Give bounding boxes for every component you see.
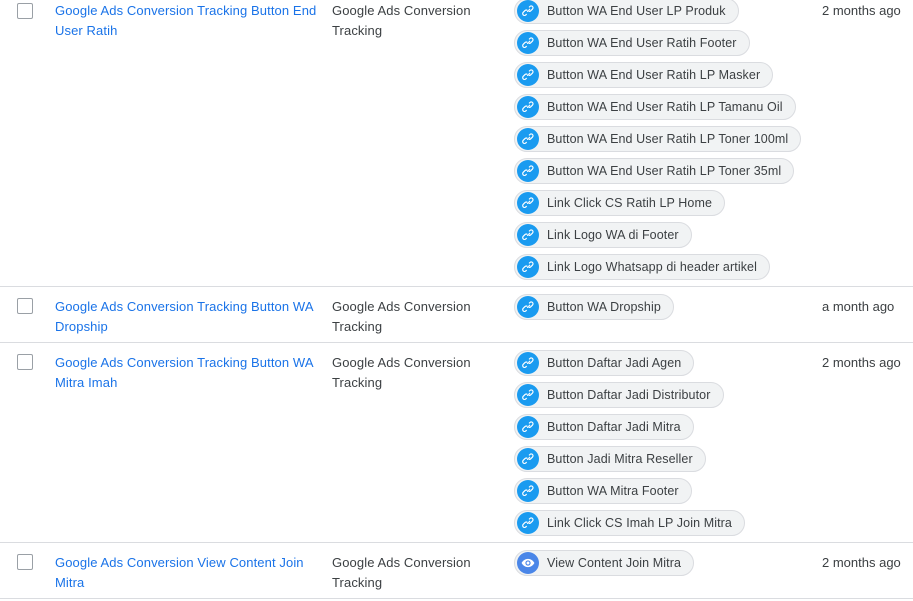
firing-triggers: View Content Join Mitra: [514, 550, 814, 582]
link-icon: [517, 296, 539, 318]
tag-type: Google Ads Conversion Tracking: [332, 555, 471, 590]
table-row: Google Ads Conversion View Content Join …: [0, 543, 913, 599]
trigger-label: Button WA End User Ratih LP Toner 35ml: [547, 164, 782, 178]
link-icon: [517, 192, 539, 214]
last-edited: a month ago: [822, 299, 895, 314]
link-icon: [517, 128, 539, 150]
trigger-chip[interactable]: Button WA End User Ratih Footer: [514, 30, 750, 56]
link-icon: [517, 256, 539, 278]
link-icon: [517, 512, 539, 534]
link-icon: [517, 416, 539, 438]
trigger-label: Button WA End User Ratih Footer: [547, 36, 737, 50]
last-edited: 2 months ago: [822, 555, 901, 570]
trigger-label: Button WA End User LP Produk: [547, 4, 726, 18]
row-checkbox[interactable]: [17, 3, 33, 19]
link-icon: [517, 0, 539, 22]
trigger-chip[interactable]: Button WA End User LP Produk: [514, 0, 739, 24]
link-icon: [517, 384, 539, 406]
trigger-chip[interactable]: Button WA End User Ratih LP Tamanu Oil: [514, 94, 796, 120]
trigger-chip[interactable]: Button Daftar Jadi Mitra: [514, 414, 694, 440]
trigger-chip[interactable]: Button WA End User Ratih LP Masker: [514, 62, 774, 88]
row-checkbox[interactable]: [17, 298, 33, 314]
link-icon: [517, 448, 539, 470]
trigger-label: Button Daftar Jadi Distributor: [547, 388, 711, 402]
trigger-label: Link Click CS Imah LP Join Mitra: [547, 516, 732, 530]
row-checkbox[interactable]: [17, 354, 33, 370]
trigger-label: Button WA Mitra Footer: [547, 484, 679, 498]
trigger-label: Button WA End User Ratih LP Tamanu Oil: [547, 100, 783, 114]
table-row: Google Ads Conversion Tracking Button WA…: [0, 343, 913, 543]
eye-icon: [517, 552, 539, 574]
link-icon: [517, 32, 539, 54]
trigger-chip[interactable]: Link Click CS Imah LP Join Mitra: [514, 510, 745, 536]
tag-name-link[interactable]: Google Ads Conversion Tracking Button En…: [55, 1, 323, 41]
tag-name-link[interactable]: Google Ads Conversion View Content Join …: [55, 553, 323, 593]
firing-triggers: Button Daftar Jadi Agen Button Daftar Ja…: [514, 350, 814, 542]
row-checkbox[interactable]: [17, 554, 33, 570]
trigger-label: Link Logo WA di Footer: [547, 228, 679, 242]
tag-name-link[interactable]: Google Ads Conversion Tracking Button WA…: [55, 297, 323, 337]
table-row: Google Ads Conversion Tracking Button En…: [0, 0, 913, 287]
link-icon: [517, 160, 539, 182]
trigger-label: View Content Join Mitra: [547, 556, 682, 570]
trigger-chip[interactable]: Link Logo Whatsapp di header artikel: [514, 254, 770, 280]
trigger-chip[interactable]: Button Daftar Jadi Agen: [514, 350, 695, 376]
firing-triggers: Button WA Dropship: [514, 294, 814, 326]
link-icon: [517, 224, 539, 246]
trigger-label: Button WA End User Ratih LP Toner 100ml: [547, 132, 789, 146]
trigger-chip[interactable]: View Content Join Mitra: [514, 550, 695, 576]
tag-type: Google Ads Conversion Tracking: [332, 3, 471, 38]
trigger-chip[interactable]: Button WA End User Ratih LP Toner 100ml: [514, 126, 802, 152]
trigger-label: Button WA End User Ratih LP Masker: [547, 68, 761, 82]
trigger-chip[interactable]: Button Daftar Jadi Distributor: [514, 382, 724, 408]
link-icon: [517, 480, 539, 502]
tag-name-link[interactable]: Google Ads Conversion Tracking Button WA…: [55, 353, 323, 393]
trigger-chip[interactable]: Button WA Mitra Footer: [514, 478, 692, 504]
trigger-chip[interactable]: Button Jadi Mitra Reseller: [514, 446, 706, 472]
link-icon: [517, 352, 539, 374]
trigger-label: Button WA Dropship: [547, 300, 661, 314]
tag-type: Google Ads Conversion Tracking: [332, 355, 471, 390]
trigger-label: Link Logo Whatsapp di header artikel: [547, 260, 757, 274]
trigger-chip[interactable]: Button WA End User Ratih LP Toner 35ml: [514, 158, 795, 184]
trigger-label: Button Jadi Mitra Reseller: [547, 452, 693, 466]
trigger-label: Button Daftar Jadi Agen: [547, 356, 682, 370]
table-row: Google Ads Conversion Tracking Button WA…: [0, 287, 913, 343]
trigger-chip[interactable]: Link Logo WA di Footer: [514, 222, 692, 248]
trigger-label: Button Daftar Jadi Mitra: [547, 420, 681, 434]
firing-triggers: Button WA End User LP Produk Button WA E…: [514, 0, 814, 286]
link-icon: [517, 64, 539, 86]
trigger-chip[interactable]: Button WA Dropship: [514, 294, 674, 320]
link-icon: [517, 96, 539, 118]
trigger-chip[interactable]: Link Click CS Ratih LP Home: [514, 190, 726, 216]
last-edited: 2 months ago: [822, 355, 901, 370]
trigger-label: Link Click CS Ratih LP Home: [547, 196, 713, 210]
last-edited: 2 months ago: [822, 3, 901, 18]
tag-type: Google Ads Conversion Tracking: [332, 299, 471, 334]
